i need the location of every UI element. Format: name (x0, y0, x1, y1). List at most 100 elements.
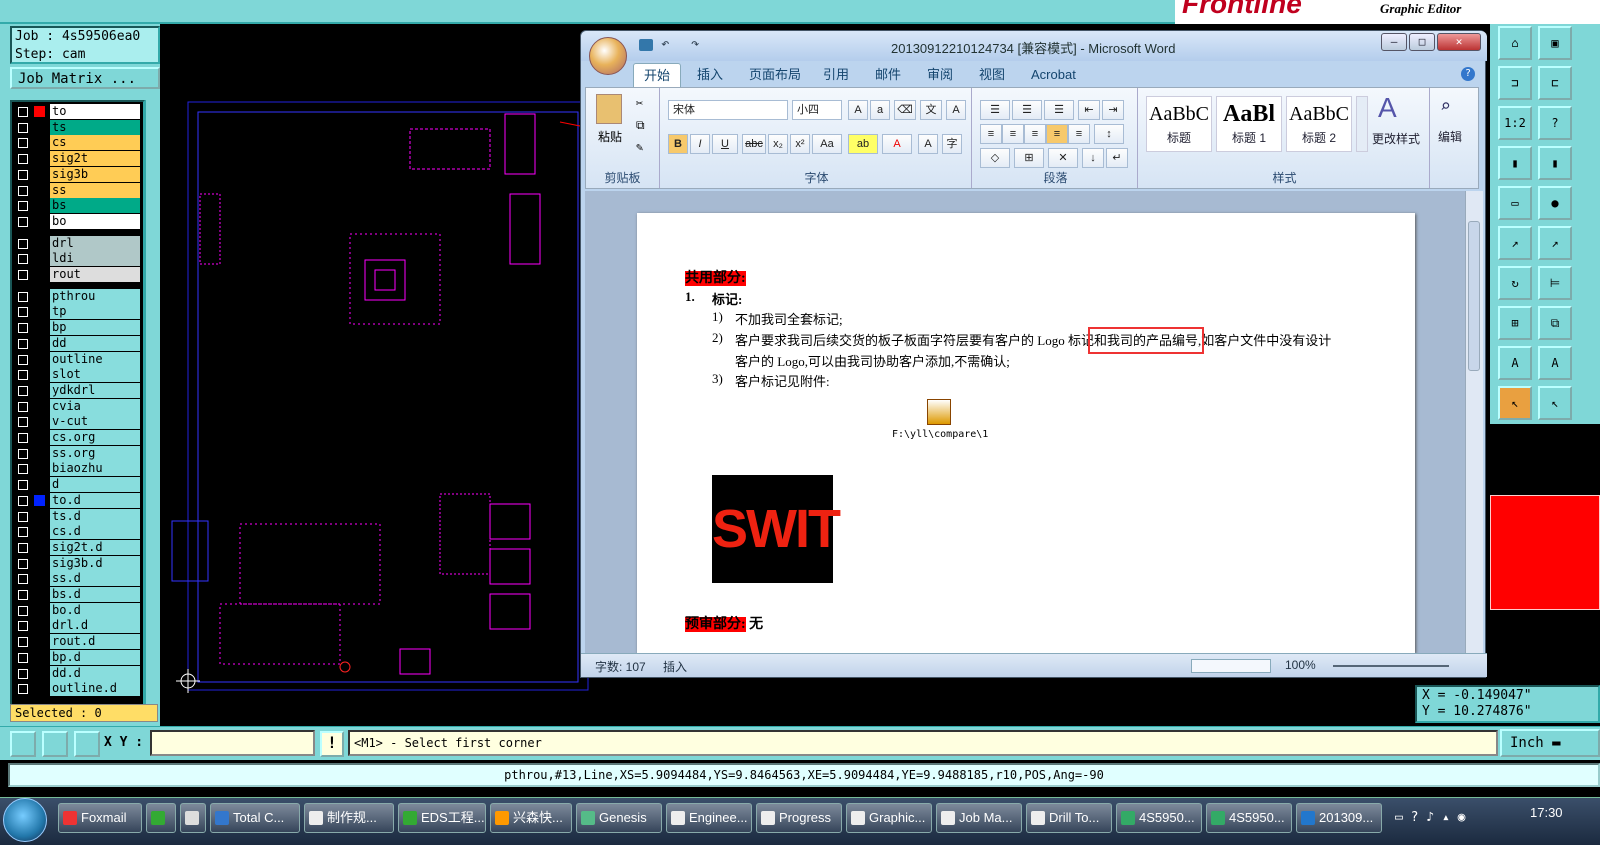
layer-row[interactable]: ss (12, 182, 143, 198)
layer-checkbox[interactable] (18, 464, 28, 475)
layer-row[interactable]: cs (12, 135, 143, 151)
borders-icon[interactable]: ⊞ (1014, 148, 1044, 168)
pad-icon[interactable]: ● (1538, 186, 1572, 220)
phonetic-icon[interactable]: 文 (920, 100, 942, 120)
layer-checkbox[interactable] (18, 216, 28, 227)
tab-review[interactable]: 审阅 (917, 63, 963, 87)
layer-name[interactable]: pthrou (50, 288, 140, 304)
layer-name[interactable]: slot (50, 367, 140, 383)
layer-row[interactable]: bp (12, 320, 143, 336)
layer-name[interactable]: drl.d (50, 618, 140, 634)
layer-name[interactable]: outline.d (50, 681, 140, 697)
layer-checkbox[interactable] (18, 354, 28, 365)
copy-icon[interactable]: ⧉ (1538, 306, 1572, 340)
layer-row[interactable]: bo.d (12, 602, 143, 618)
layer-name[interactable]: bp (50, 320, 140, 336)
word-title-bar[interactable]: ↶ ↷ 20130912210124734 [兼容模式] - Microsoft… (581, 31, 1487, 61)
taskbar-item[interactable]: Progress (756, 803, 842, 833)
layer-checkbox[interactable] (18, 107, 28, 117)
word-count[interactable]: 字数: 107 (595, 658, 646, 675)
layer-checkbox[interactable] (18, 122, 28, 133)
layer-name[interactable]: d (50, 477, 140, 493)
layer-name[interactable]: ts.d (50, 508, 140, 524)
layer-name[interactable]: bs (50, 198, 140, 214)
layer-row[interactable]: rout.d (12, 634, 143, 650)
layer-checkbox[interactable] (18, 154, 28, 165)
layer-name[interactable]: sig2t.d (50, 539, 140, 555)
layer-list-scrollbar[interactable] (145, 100, 160, 708)
taskbar-item[interactable] (146, 803, 176, 833)
layer-row[interactable]: biaozhu (12, 461, 143, 477)
document-page[interactable]: 共用部分: 1. 标记: 1) 不加我司全套标记; 2) 客户要求我司后续交货的… (637, 213, 1415, 653)
layer-row[interactable]: ss.d (12, 571, 143, 587)
styles-scroll[interactable] (1356, 96, 1368, 152)
show-marks-icon[interactable]: ↵ (1106, 148, 1128, 168)
home-icon[interactable]: ⌂ (1498, 26, 1532, 60)
layer-checkbox[interactable] (18, 590, 28, 600)
asian-layout-icon[interactable]: ✕ (1048, 148, 1078, 168)
layer-checkbox[interactable] (18, 401, 28, 412)
angle-icon[interactable] (42, 731, 68, 757)
layer-row[interactable]: ts (12, 119, 143, 135)
layer-row[interactable]: outline (12, 351, 143, 367)
align-left-icon[interactable]: ≡ (980, 124, 1002, 144)
layer-row[interactable]: to (12, 104, 143, 119)
line-spacing-icon[interactable]: ↕ (1094, 124, 1124, 144)
layer-checkbox[interactable] (18, 558, 28, 569)
taskbar-item[interactable]: 201309... (1296, 803, 1382, 833)
layer-row[interactable]: outline.d (12, 681, 143, 697)
xy-input[interactable] (150, 730, 315, 756)
layer-checkbox[interactable] (18, 417, 28, 428)
style-heading-2[interactable]: AaBbC 标题 2 (1286, 96, 1352, 152)
layer-name[interactable]: cvia (50, 398, 140, 414)
style-heading-1[interactable]: AaBl 标题 1 (1216, 96, 1282, 152)
taskbar-item[interactable]: Genesis (576, 803, 662, 833)
fork-icon[interactable]: ⊨ (1538, 266, 1572, 300)
layer-checkbox[interactable] (18, 574, 28, 585)
help-icon[interactable]: ? (1538, 106, 1572, 140)
ruler-icon[interactable]: ▭ (1498, 186, 1532, 220)
layer-row[interactable]: bp.d (12, 649, 143, 665)
layer-checkbox[interactable] (18, 185, 28, 196)
taskbar-item[interactable] (180, 803, 206, 833)
layer-row[interactable]: sig3b.d (12, 555, 143, 571)
path-select-icon[interactable]: ↖ (1538, 386, 1572, 420)
change-case-button[interactable]: Aa (812, 134, 842, 154)
tab-page-layout[interactable]: 页面布局 (739, 63, 811, 87)
taskbar-item[interactable]: 制作规... (304, 803, 394, 833)
zoom-slider[interactable] (1333, 665, 1449, 667)
unit-select[interactable]: Inch ▬ (1500, 729, 1600, 757)
decrease-indent-icon[interactable]: ⇤ (1078, 100, 1100, 120)
taskbar-item[interactable]: Foxmail (58, 803, 142, 833)
help-icon[interactable]: ? (1461, 67, 1475, 81)
layer-name[interactable]: ts (50, 119, 140, 135)
underline-button[interactable]: U (712, 134, 738, 154)
paste-icon[interactable] (596, 94, 622, 124)
layer-name[interactable]: sig3b (50, 166, 140, 182)
layer-name[interactable]: ydkdrl (50, 382, 140, 398)
bullets-icon[interactable]: ☰ (980, 100, 1010, 120)
package-icon[interactable] (927, 399, 951, 425)
tab-acrobat[interactable]: Acrobat (1021, 63, 1086, 87)
cut-icon[interactable]: ✂ (636, 96, 643, 110)
layer-checkbox[interactable] (18, 637, 28, 648)
align-center-icon[interactable]: ≡ (1002, 124, 1024, 144)
layer-name[interactable]: cs.d (50, 524, 140, 540)
layer-row[interactable]: pthrou (12, 288, 143, 304)
layer-checkbox[interactable] (18, 338, 28, 349)
arc-icon[interactable]: ↻ (1498, 266, 1532, 300)
tab-view[interactable]: 视图 (969, 63, 1015, 87)
taskbar-item[interactable]: Enginee... (666, 803, 752, 833)
layer-checkbox[interactable] (18, 433, 28, 443)
layer-checkbox[interactable] (18, 169, 28, 180)
tab-references[interactable]: 引用 (813, 63, 859, 87)
justify-icon[interactable]: ≡ (1046, 124, 1068, 144)
job-matrix-button[interactable]: Job Matrix ... (10, 67, 160, 89)
maximize-button[interactable]: □ (1409, 33, 1435, 51)
layer-name[interactable]: sig2t (50, 151, 140, 167)
tab-insert[interactable]: 插入 (687, 63, 733, 87)
undo-icon[interactable]: ↶ (661, 36, 669, 52)
layer-checkbox[interactable] (18, 323, 28, 334)
change-styles-icon[interactable]: A (1378, 92, 1397, 124)
taskbar-item[interactable]: Graphic... (846, 803, 932, 833)
